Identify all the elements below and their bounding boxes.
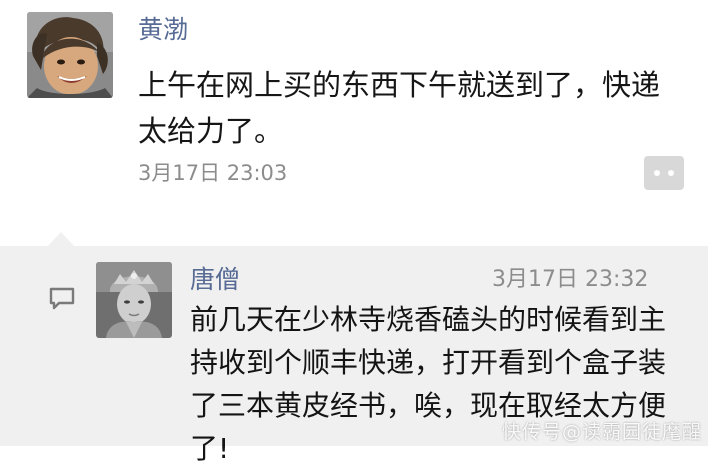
comment-author-name[interactable]: 唐僧 — [190, 264, 240, 296]
moments-post: 黄渤 上午在网上买的东西下午就送到了，快递太给力了。 3月17日 23:03 — [0, 0, 708, 246]
more-dot-icon — [668, 170, 674, 176]
post-timestamp: 3月17日 23:03 — [138, 161, 288, 185]
post-author-name[interactable]: 黄渤 — [138, 14, 188, 46]
comment-author-avatar[interactable] — [96, 262, 172, 338]
post-author-avatar[interactable] — [27, 12, 113, 98]
comment-text: 前几天在少林寺烧香磕头的时候看到主持收到个顺丰快递，打开看到个盒子装了三本黄皮经… — [190, 303, 667, 465]
comment-pointer — [48, 232, 74, 246]
comment-bubble-icon — [48, 286, 76, 310]
watermark: 快传号@读霸园徒麾醒 — [501, 421, 702, 443]
avatar-photo-icon — [27, 12, 113, 98]
comment-timestamp: 3月17日 23:32 — [492, 267, 649, 292]
more-actions-button[interactable] — [644, 156, 684, 190]
more-dot-icon — [654, 170, 660, 176]
avatar-photo-icon — [96, 262, 172, 338]
post-text: 上午在网上买的东西下午就送到了，快递太给力了。 — [138, 68, 661, 148]
